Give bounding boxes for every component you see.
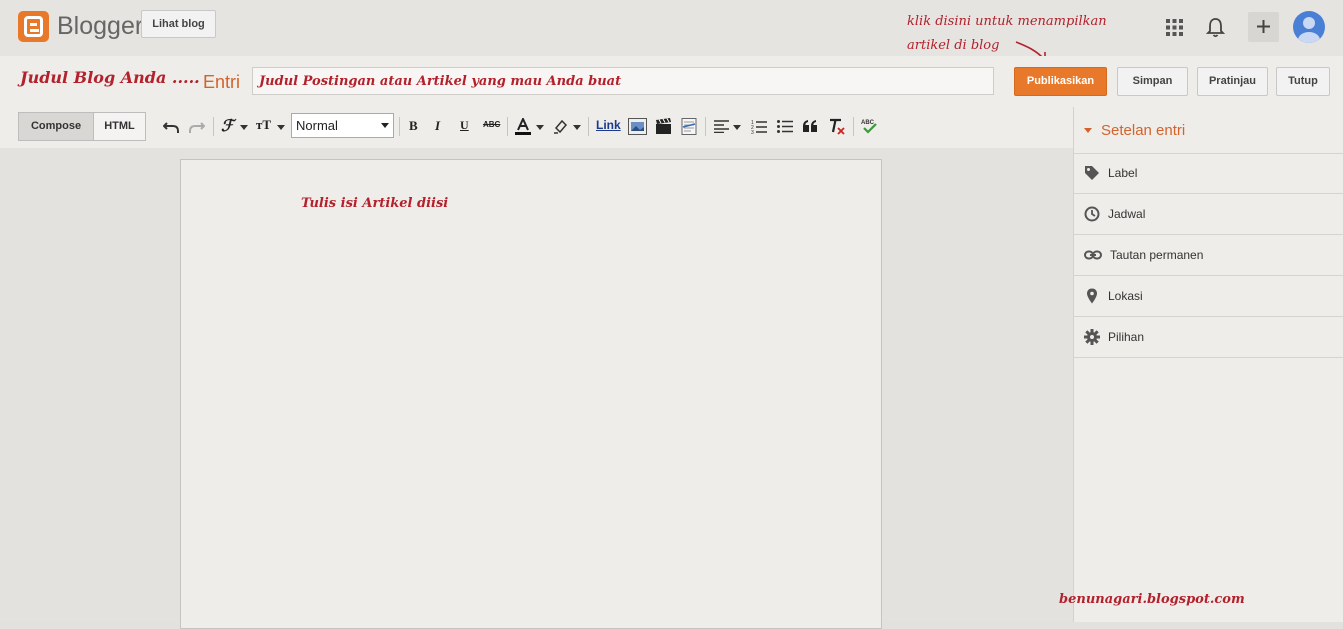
tag-icon [1085, 166, 1099, 180]
toolbar-divider [588, 117, 589, 136]
bold-button[interactable]: B [409, 118, 418, 134]
close-button[interactable]: Tutup [1276, 67, 1330, 96]
save-button[interactable]: Simpan [1117, 67, 1188, 96]
sidebar-item-label-text: Label [1108, 166, 1138, 180]
highlight-color-icon[interactable] [553, 118, 569, 134]
plus-icon [1257, 20, 1270, 33]
undo-icon[interactable] [163, 120, 179, 134]
insert-image-icon[interactable] [628, 118, 647, 135]
view-blog-button[interactable]: Lihat blog [141, 10, 216, 38]
editor-toolbar: Compose HTML ℱ тT Normal B I U ABC Link [0, 107, 1073, 149]
entry-label: Entri [203, 72, 241, 92]
sidebar-item-permalink-text: Tautan permanen [1110, 248, 1204, 262]
user-silhouette-icon [1298, 17, 1320, 43]
blog-name: Judul Blog Anda ..... [20, 68, 200, 87]
align-left-icon[interactable] [714, 120, 729, 133]
insert-jump-break-icon[interactable] [681, 118, 697, 135]
sidebar-item-options-text: Pilihan [1108, 330, 1145, 344]
toolbar-divider [853, 117, 854, 136]
font-family-icon[interactable]: ℱ [221, 116, 234, 136]
new-post-button[interactable] [1248, 12, 1279, 42]
post-settings-sidebar: Setelan entri Label Jadwal Tautan perman… [1073, 107, 1343, 622]
chevron-down-icon [240, 125, 248, 130]
apps-grid-icon[interactable] [1166, 19, 1183, 36]
spell-check-icon[interactable]: ABC [861, 118, 877, 134]
bulleted-list-icon[interactable] [777, 119, 793, 134]
blockquote-icon[interactable] [803, 120, 817, 132]
tab-html[interactable]: HTML [93, 112, 146, 141]
text-color-icon[interactable] [515, 118, 531, 136]
toolbar-divider [399, 117, 400, 136]
toolbar-divider [705, 117, 706, 136]
format-selected-value: Normal [296, 118, 338, 133]
watermark-text: benunagari.blogspot.com [1059, 592, 1245, 607]
post-settings-title: Setelan entri [1101, 122, 1186, 139]
sidebar-item-options[interactable]: Pilihan [1074, 317, 1343, 358]
post-title-bar: Judul Blog Anda ..... · Entri Judul Post… [0, 56, 1343, 108]
gear-icon [1084, 329, 1100, 345]
chevron-down-icon [733, 125, 741, 130]
redo-icon[interactable] [189, 120, 205, 134]
chevron-down-icon [381, 123, 389, 128]
toolbar-divider [213, 117, 214, 136]
blogger-logo-icon[interactable] [18, 11, 49, 42]
strikethrough-button[interactable]: ABC [483, 120, 500, 129]
toolbar-divider [507, 117, 508, 136]
tab-compose[interactable]: Compose [18, 112, 94, 141]
insert-video-icon[interactable] [655, 118, 672, 135]
publish-button[interactable]: Publikasikan [1014, 67, 1107, 96]
post-body-editor[interactable]: Tulis isi Artikel diisi [180, 159, 882, 629]
caret-down-icon [1084, 128, 1092, 133]
italic-button[interactable]: I [435, 118, 440, 134]
svg-text:3: 3 [751, 130, 754, 134]
account-avatar[interactable] [1293, 11, 1325, 43]
link-button[interactable]: Link [596, 118, 621, 132]
numbered-list-icon[interactable]: 123 [751, 119, 767, 134]
sidebar-item-schedule-text: Jadwal [1108, 207, 1146, 221]
bell-icon[interactable] [1206, 17, 1225, 38]
body-hint-annotation: Tulis isi Artikel diisi [301, 196, 449, 211]
chevron-down-icon [536, 125, 544, 130]
font-size-icon[interactable]: тT [256, 117, 271, 133]
sidebar-item-schedule[interactable]: Jadwal [1074, 194, 1343, 235]
title-separator: · [193, 73, 198, 89]
remove-formatting-icon[interactable] [829, 118, 846, 135]
underline-button[interactable]: U [460, 118, 469, 133]
chevron-down-icon [573, 125, 581, 130]
svg-text:ABC: ABC [861, 120, 875, 126]
chevron-down-icon [277, 125, 285, 130]
top-bar: Blogger Lihat blog klik disini untuk men… [0, 0, 1343, 61]
clock-icon [1084, 206, 1100, 222]
post-settings-header[interactable]: Setelan entri [1074, 107, 1343, 154]
post-title-input[interactable]: Judul Postingan atau Artikel yang mau An… [252, 67, 994, 95]
editor-area: Tulis isi Artikel diisi [0, 148, 1073, 629]
sidebar-item-location[interactable]: Lokasi [1074, 276, 1343, 317]
location-pin-icon [1087, 288, 1097, 304]
preview-button[interactable]: Pratinjau [1197, 67, 1268, 96]
sidebar-item-permalink[interactable]: Tautan permanen [1074, 235, 1343, 276]
sidebar-item-label[interactable]: Label [1074, 153, 1343, 194]
app-name: Blogger [57, 12, 144, 40]
link-icon [1084, 250, 1102, 260]
paragraph-format-select[interactable]: Normal [291, 113, 394, 138]
sidebar-item-location-text: Lokasi [1108, 289, 1143, 303]
